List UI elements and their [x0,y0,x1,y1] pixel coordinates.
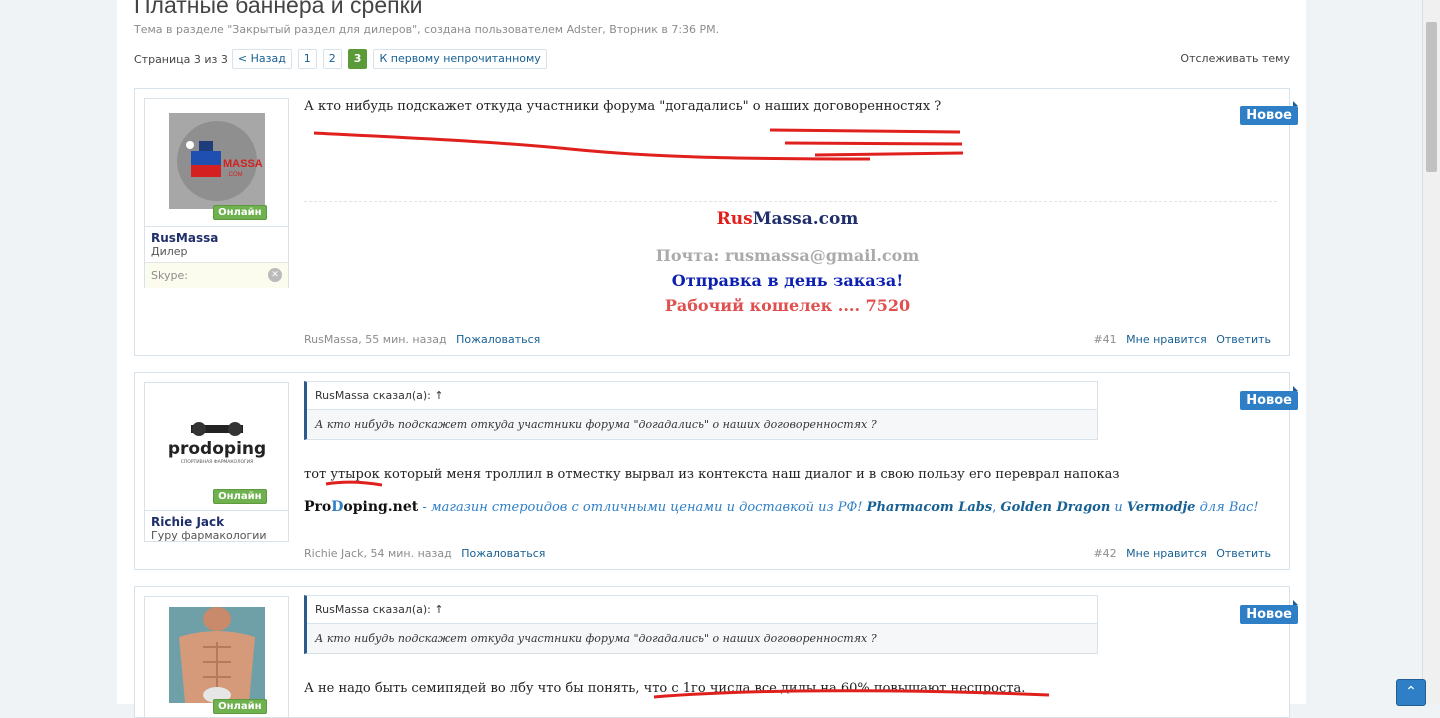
online-badge: Онлайн [213,205,267,220]
thread-meta: Тема в разделе "Закрытый раздел для диле… [134,23,720,36]
post-42: prodoping СПОРТИВНАЯ ФАРМАКОЛОГИЯ Онлайн… [134,372,1298,570]
vertical-scrollbar[interactable] [1422,0,1440,704]
svg-text:.COM: .COM [227,172,243,178]
post-message: А кто нибудь подскажет откуда участники … [304,99,942,114]
like-link[interactable]: Мне нравится [1126,333,1207,346]
signature-divider [304,201,1277,202]
svg-text:prodoping: prodoping [169,439,265,459]
post-message: тот утырок который меня троллил в отмест… [304,467,1120,482]
report-link[interactable]: Пожаловаться [456,333,540,346]
quote-header: RusMassa сказал(а): ↑ [307,596,1097,624]
user-info: prodoping СПОРТИВНАЯ ФАРМАКОЛОГИЯ Онлайн… [144,382,289,542]
sig-email: Почта: rusmassa@gmail.com [655,246,920,265]
online-badge: Онлайн [213,489,267,504]
pagination: Страница 3 из 3 < Назад 1 2 3 К первому … [134,49,553,69]
post-43: Онлайн RusMassa сказал(а): ↑ А кто нибуд… [134,586,1298,718]
pager-page-2[interactable]: 2 [322,49,342,69]
avatar[interactable]: MASSA .COM Онлайн [168,113,267,220]
post-time[interactable]: 54 мин. назад [370,547,451,560]
sig-brand[interactable]: ProDoping.net [304,499,418,515]
post-time[interactable]: 55 мин. назад [365,333,446,346]
quote-block: RusMassa сказал(а): ↑ А кто нибудь подск… [304,595,1098,654]
skype-field: Skype: ✕ [145,262,288,288]
pager-page-3[interactable]: 3 [347,49,368,69]
user-info: Онлайн [144,596,289,718]
post-41: MASSA .COM Онлайн RusMassa Дилер Skype: … [134,88,1298,356]
quote-body: А кто нибудь подскажет откуда участники … [307,624,1097,653]
red-underline-annotation [653,689,1050,699]
user-info: MASSA .COM Онлайн RusMassa Дилер Skype: … [144,98,289,288]
post-footer: Richie Jack, 54 мин. назад Пожаловаться … [304,547,1271,560]
user-title: Гуру фармакологии [151,529,267,542]
post-number[interactable]: #42 [1093,547,1116,560]
new-badge: Новое [1240,101,1298,125]
skype-icon[interactable]: ✕ [268,268,282,282]
like-link[interactable]: Мне нравится [1126,547,1207,560]
signature: ProDoping.net - магазин стероидов с отли… [304,499,1259,515]
red-scribble-annotation [313,128,964,161]
reply-link[interactable]: Ответить [1216,547,1271,560]
post-content: А кто нибудь подскажет откуда участники … [304,99,1271,114]
report-link[interactable]: Пожаловаться [461,547,545,560]
scrollbar-thumb[interactable] [1426,22,1437,172]
watch-thread-link[interactable]: Отслеживать тему [1180,52,1290,65]
username[interactable]: RusMassa [145,226,288,245]
pager-prev-button[interactable]: < Назад [231,49,292,69]
post-footer: RusMassa, 55 мин. назад Пожаловаться #41… [304,333,1271,346]
username[interactable]: Richie Jack [145,510,288,529]
thread-title: Платные баннера и срепки [134,0,423,18]
quote-header: RusMassa сказал(а): ↑ [307,382,1097,410]
pager-page-1[interactable]: 1 [297,49,317,69]
user-title: Дилер [151,245,188,258]
chevron-up-double-icon[interactable]: ⌃ [1396,679,1426,706]
user-photo [168,607,265,703]
sig-site[interactable]: RusMassa.com [304,209,1271,229]
first-unread-button[interactable]: К первому непрочитанному [373,49,547,69]
avatar[interactable]: Онлайн [168,607,267,714]
post-number[interactable]: #41 [1093,333,1116,346]
quote-block: RusMassa сказал(а): ↑ А кто нибудь подск… [304,381,1098,440]
pager-label: Страница 3 из 3 [134,52,228,66]
avatar[interactable]: prodoping СПОРТИВНАЯ ФАРМАКОЛОГИЯ Онлайн [167,397,267,504]
skype-label: Skype: [151,269,188,282]
rusmassa-logo: MASSA .COM [168,113,265,209]
svg-text:MASSA: MASSA [223,158,263,170]
sig-wallet: Рабочий кошелек .... 7520 [664,296,911,315]
post-author[interactable]: RusMassa [304,333,358,346]
sig-shipping: Отправка в день заказа! [671,271,904,290]
prodoping-logo: prodoping СПОРТИВНАЯ ФАРМАКОЛОГИЯ [167,397,266,493]
post-author[interactable]: Richie Jack [304,547,363,560]
online-badge: Онлайн [213,699,267,714]
svg-text:СПОРТИВНАЯ ФАРМАКОЛОГИЯ: СПОРТИВНАЯ ФАРМАКОЛОГИЯ [180,459,253,465]
new-badge: Новое [1240,386,1298,410]
new-badge: Новое [1240,600,1298,624]
quote-body: А кто нибудь подскажет откуда участники … [307,410,1097,439]
red-underline-annotation [325,480,383,487]
reply-link[interactable]: Ответить [1216,333,1271,346]
signature: RusMassa.com Почта: rusmassa@gmail.com О… [304,209,1271,315]
